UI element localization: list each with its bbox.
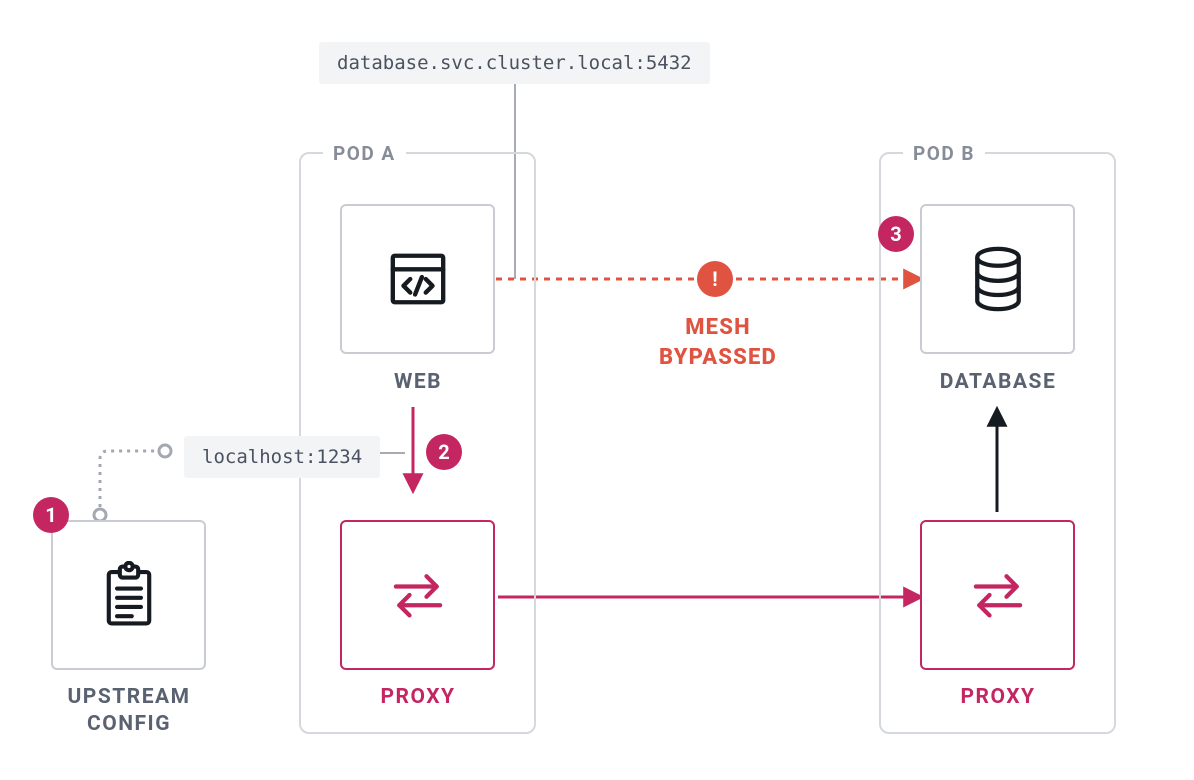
mesh-bypassed-line2: BYPASSED xyxy=(659,345,777,370)
badge-alert: ! xyxy=(697,261,733,297)
badge-2: 2 xyxy=(426,434,462,470)
clipboard-icon xyxy=(53,522,204,668)
database-label: DATABASE xyxy=(908,370,1088,394)
upstream-config-label-2: CONFIG xyxy=(39,712,219,736)
badge-3: 3 xyxy=(878,216,914,252)
leader-localhost xyxy=(100,451,165,515)
mesh-bypassed-line1: MESH xyxy=(685,315,751,340)
code-window-icon xyxy=(342,206,493,352)
badge-1: 1 xyxy=(33,497,69,533)
proxy-b-label: PROXY xyxy=(908,685,1088,709)
web-tile xyxy=(340,204,495,354)
proxy-a-tile xyxy=(340,520,495,670)
upstream-config-tile xyxy=(51,520,206,670)
proxy-b-tile xyxy=(920,520,1075,670)
database-tile xyxy=(920,204,1075,354)
mesh-bypassed-label: MESH BYPASSED xyxy=(638,313,798,372)
arrows-exchange-icon xyxy=(922,522,1073,668)
arrows-exchange-icon xyxy=(342,522,493,668)
proxy-a-label: PROXY xyxy=(328,685,508,709)
pod-a-label: POD A xyxy=(323,142,406,165)
pod-b-label: POD B xyxy=(903,142,985,165)
web-label: WEB xyxy=(328,370,508,394)
db-address-pill: database.svc.cluster.local:5432 xyxy=(319,42,710,84)
upstream-config-label-1: UPSTREAM xyxy=(39,685,219,709)
database-icon xyxy=(922,206,1073,352)
localhost-pill: localhost:1234 xyxy=(184,436,380,478)
